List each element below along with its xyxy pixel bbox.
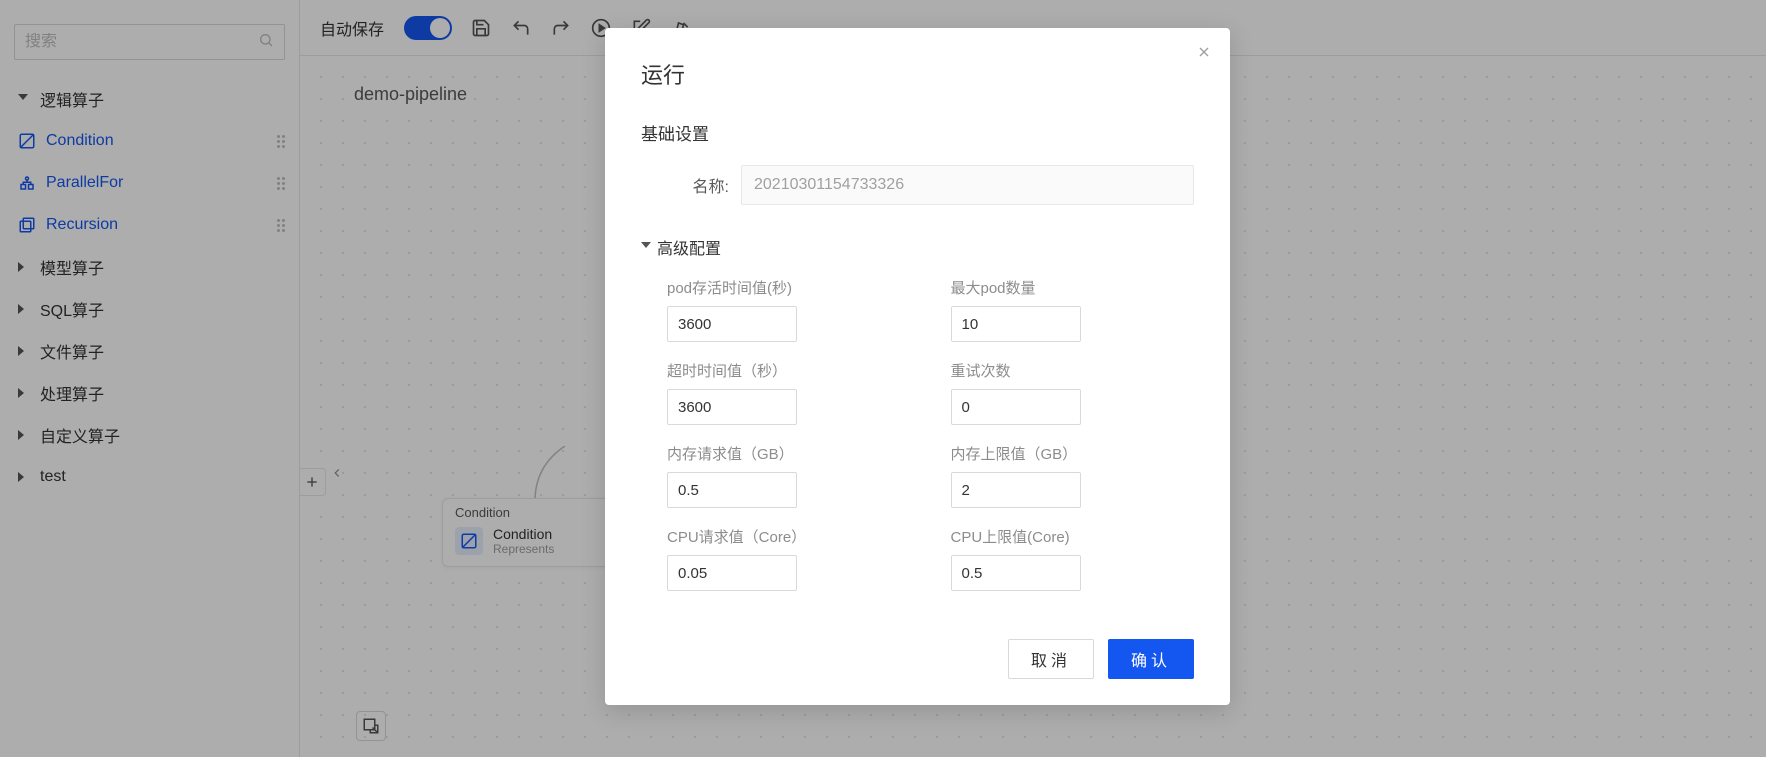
timeout-input[interactable] (667, 389, 797, 425)
retry-label: 重试次数 (951, 360, 1195, 381)
modal-title: 运行 (641, 58, 1194, 90)
mem-req-label: 内存请求值（GB） (667, 443, 911, 464)
name-label: 名称: (641, 173, 741, 197)
advanced-label: 高级配置 (657, 235, 721, 259)
cpu-lim-label: CPU上限值(Core) (951, 526, 1195, 547)
retry-input[interactable] (951, 389, 1081, 425)
max-pods-label: 最大pod数量 (951, 277, 1195, 298)
confirm-button[interactable]: 确认 (1108, 639, 1194, 679)
pod-ttl-input[interactable] (667, 306, 797, 342)
advanced-toggle[interactable]: 高级配置 (641, 235, 1194, 259)
close-icon[interactable] (1196, 44, 1212, 65)
run-modal: 运行 基础设置 名称: 高级配置 pod存活时间值(秒) 最大pod数量 超时时… (605, 28, 1230, 705)
cancel-button[interactable]: 取消 (1008, 639, 1094, 679)
mem-lim-label: 内存上限值（GB） (951, 443, 1195, 464)
mem-lim-input[interactable] (951, 472, 1081, 508)
cpu-req-label: CPU请求值（Core） (667, 526, 911, 547)
caret-down-icon (641, 242, 651, 252)
mem-req-input[interactable] (667, 472, 797, 508)
timeout-label: 超时时间值（秒） (667, 360, 911, 381)
name-input[interactable] (741, 165, 1194, 205)
cpu-req-input[interactable] (667, 555, 797, 591)
pod-ttl-label: pod存活时间值(秒) (667, 277, 911, 298)
section-basic-title: 基础设置 (641, 120, 1194, 145)
max-pods-input[interactable] (951, 306, 1081, 342)
cpu-lim-input[interactable] (951, 555, 1081, 591)
